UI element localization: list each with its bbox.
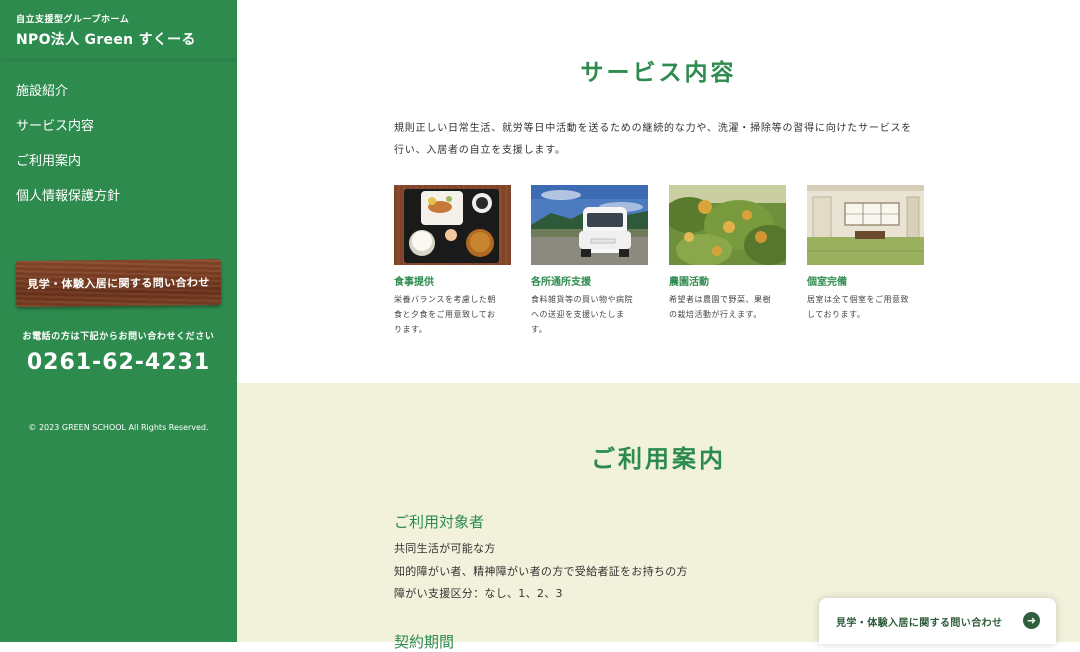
desc-line: 希望者は農園で野菜、果樹 — [669, 295, 771, 304]
services-intro: 規則正しい日常生活、就労等日中活動を送るための継続的な力や、洗濯・掃除等の習得に… — [394, 118, 929, 162]
desc-line: ります。 — [394, 325, 428, 334]
services-intro-line1: 規則正しい日常生活、就労等日中活動を送るための継続的な力や、洗濯・掃除等の習得に… — [394, 123, 913, 134]
sidebar-nav: 施設紹介 サービス内容 ご利用案内 個人情報保護方針 — [0, 81, 237, 221]
desc-line: 食と夕食をご用意致してお — [394, 310, 496, 319]
meal-photo — [394, 185, 511, 265]
main-content: サービス内容 規則正しい日常生活、就労等日中活動を送るための継続的な力や、洗濯・… — [237, 0, 1080, 651]
service-card-title: 農園活動 — [669, 277, 709, 288]
site-subtitle: 自立支援型グループホーム — [16, 15, 130, 25]
room-photo — [807, 185, 924, 265]
orchard-photo — [669, 185, 786, 265]
service-card-desc: 希望者は農園で野菜、果樹 の栽培活動が行えます。 — [669, 292, 786, 322]
services-section: サービス内容 規則正しい日常生活、就労等日中活動を送るための継続的な力や、洗濯・… — [237, 0, 1080, 383]
desc-line: の栽培活動が行えます。 — [669, 310, 762, 319]
car-photo — [531, 185, 648, 265]
services-title: サービス内容 — [580, 60, 737, 86]
phone-note: お電話の方は下記からお問い合わせください — [22, 332, 215, 342]
phone-number[interactable]: 0261-62-4231 — [0, 350, 237, 375]
service-card-transport: 各所通所支援 食料雑貨等の買い物や病院 への送迎を支援いたしま す。 — [531, 185, 648, 337]
sidebar: 自立支援型グループホーム NPO法人 Green すくーる 施設紹介 サービス内… — [0, 0, 237, 642]
desc-line: す。 — [531, 325, 548, 334]
service-card-farm: 農園活動 希望者は農園で野菜、果樹 の栽培活動が行えます。 — [669, 185, 786, 322]
service-card-title: 各所通所支援 — [531, 277, 591, 288]
service-card-room: 個室完備 居室は全て個室をご用意致 しております。 — [807, 185, 924, 322]
target-line: 共同生活が可能な方 — [394, 542, 496, 555]
nav-item-privacy[interactable]: 個人情報保護方針 — [0, 186, 237, 221]
arrow-right-icon: ➜ — [1023, 612, 1040, 629]
desc-line: 栄養バランスを考慮した朝 — [394, 295, 496, 304]
copyright: © 2023 GREEN SCHOOL All Rights Reserved. — [28, 423, 209, 432]
desc-line: しております。 — [807, 310, 866, 319]
target-line: 障がい支援区分：なし、1、2、3 — [394, 587, 563, 600]
service-card-title: 食事提供 — [394, 277, 434, 288]
contact-button-label: 見学・体験入居に関する問い合わせ — [27, 276, 210, 291]
nav-item-guide[interactable]: ご利用案内 — [0, 151, 237, 186]
service-card-desc: 居室は全て個室をご用意致 しております。 — [807, 292, 924, 322]
desc-line: への送迎を支援いたしま — [531, 310, 625, 319]
service-card-meal: 食事提供 栄養バランスを考慮した朝 食と夕食をご用意致してお ります。 — [394, 185, 511, 337]
site-title: NPO法人 Green すくーる — [16, 32, 196, 48]
nav-item-facility[interactable]: 施設紹介 — [0, 81, 237, 116]
service-card-desc: 栄養バランスを考慮した朝 食と夕食をご用意致してお ります。 — [394, 292, 511, 337]
floating-contact-label: 見学・体験入居に関する問い合わせ — [836, 617, 1003, 629]
desc-line: 食料雑貨等の買い物や病院 — [531, 295, 633, 304]
contact-button[interactable]: 見学・体験入居に関する問い合わせ — [15, 258, 222, 308]
guide-title: ご利用案内 — [591, 445, 726, 473]
site-logo[interactable]: 自立支援型グループホーム NPO法人 Green すくーる — [0, 0, 237, 59]
floating-contact-button[interactable]: 見学・体験入居に関する問い合わせ ➜ — [819, 598, 1056, 644]
service-card-title: 個室完備 — [807, 277, 847, 288]
target-heading: ご利用対象者 — [394, 513, 485, 531]
nav-item-services[interactable]: サービス内容 — [0, 116, 237, 151]
target-line: 知的障がい者、精神障がい者の方で受給者証をお持ちの方 — [394, 565, 688, 578]
services-intro-line2: 行い、入居者の自立を支援します。 — [394, 145, 566, 156]
service-card-desc: 食料雑貨等の買い物や病院 への送迎を支援いたしま す。 — [531, 292, 648, 337]
desc-line: 居室は全て個室をご用意致 — [807, 295, 909, 304]
